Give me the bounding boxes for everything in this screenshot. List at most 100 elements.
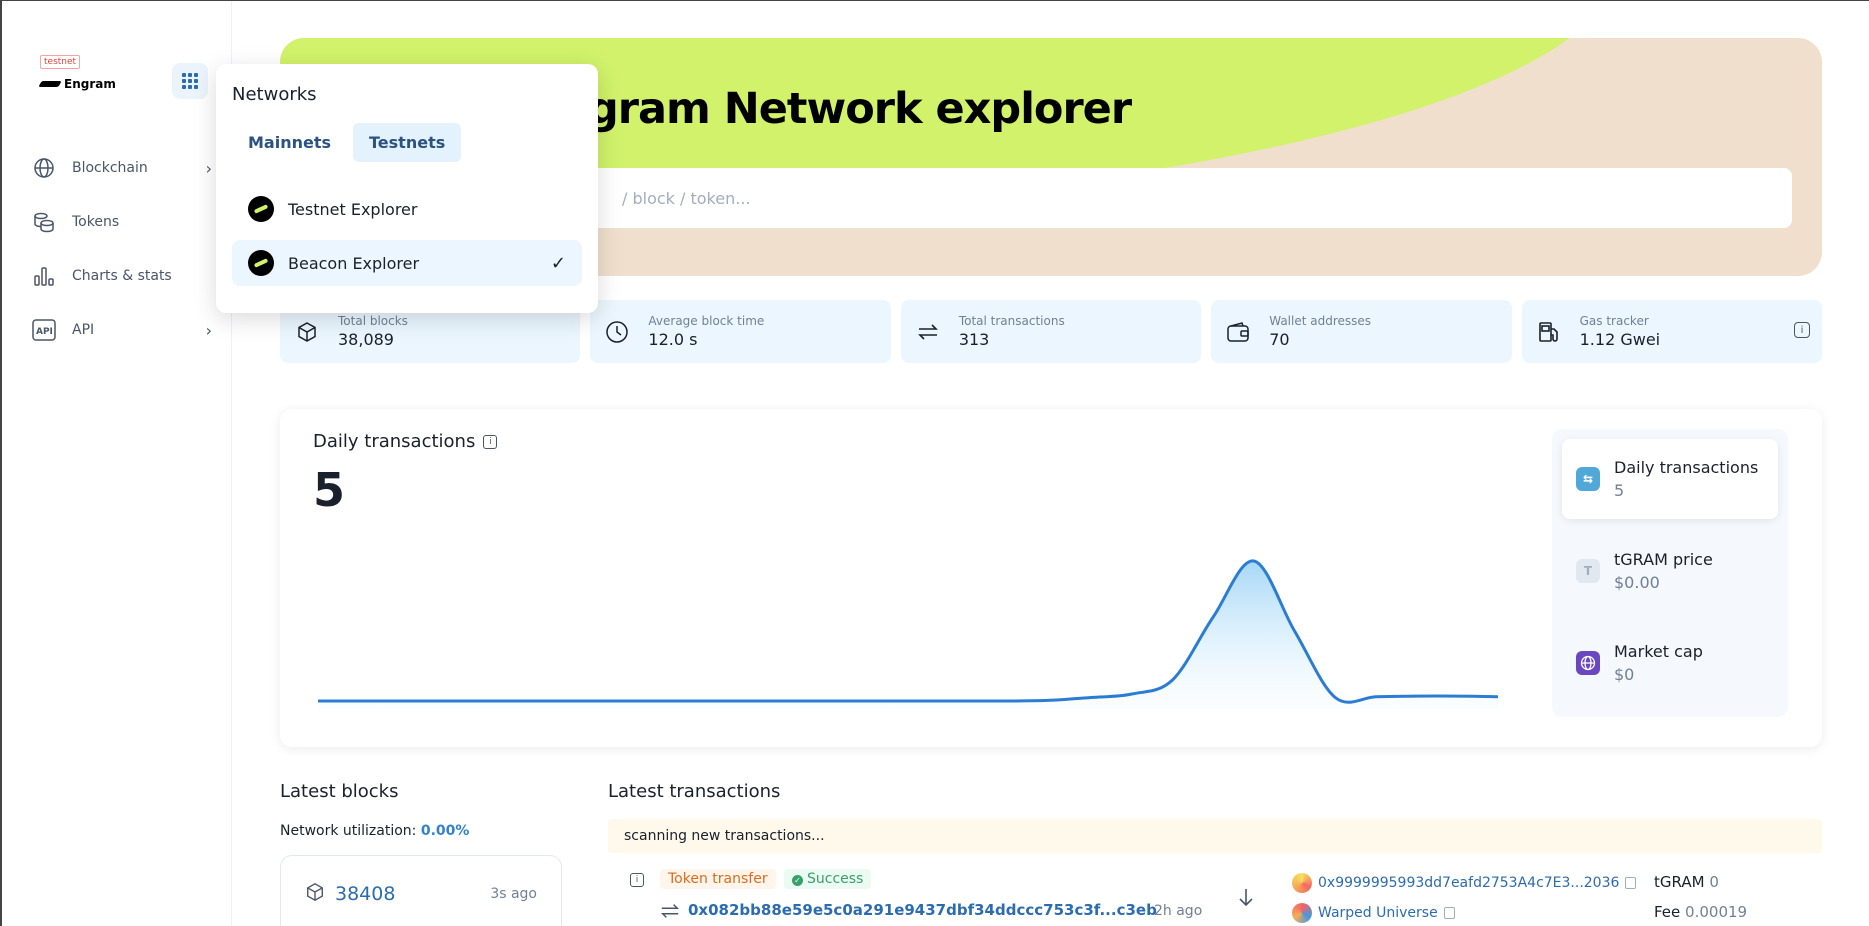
sidebar-item-api[interactable]: API API ›: [32, 303, 212, 357]
sidebar-item-label: API: [72, 322, 95, 338]
util-value: 0.00%: [420, 823, 470, 839]
side-item-market-cap[interactable]: Market cap $0: [1562, 623, 1778, 703]
side-value: 5: [1614, 481, 1625, 500]
globe-icon: [1576, 651, 1600, 675]
status-text: Success: [807, 871, 864, 887]
stat-value: 1.12 Gwei: [1579, 330, 1661, 349]
stat-label: Total blocks: [338, 314, 408, 328]
networks-dropdown: Networks Mainnets Testnets Testnet Explo…: [216, 64, 598, 313]
tab-mainnets[interactable]: Mainnets: [232, 123, 347, 162]
network-item-testnet-explorer[interactable]: Testnet Explorer: [232, 186, 582, 232]
stat-value: 70: [1269, 330, 1290, 349]
network-item-beacon-explorer[interactable]: Beacon Explorer ✓: [232, 240, 582, 286]
tx-type-tag: Token transfer: [660, 869, 776, 889]
api-icon: API: [32, 318, 56, 342]
network-utilization: Network utilization: 0.00%: [280, 823, 469, 839]
clock-icon: [604, 319, 630, 345]
network-menu-button[interactable]: [172, 63, 208, 99]
tx-hash-link[interactable]: 0x082bb88e59e5c0a291e9437dbf34ddccc753c3…: [688, 901, 1157, 919]
info-icon[interactable]: i: [1794, 322, 1811, 338]
check-icon: ✓: [550, 252, 566, 274]
copy-icon[interactable]: [1443, 907, 1455, 919]
stat-value: 12.0 s: [648, 330, 698, 349]
arrows-icon: [660, 901, 680, 925]
token-t-icon: T: [1576, 559, 1600, 583]
from-address-link[interactable]: 0x9999995993dd7eafd2753A4c7E3...2036: [1318, 875, 1619, 891]
fee-label: Fee: [1654, 903, 1681, 921]
block-card: 38408 3s ago: [280, 855, 562, 926]
block-number-link[interactable]: 38408: [335, 883, 490, 905]
search-placeholder: / block / token...: [622, 188, 751, 208]
side-value: $0.00: [1614, 573, 1660, 592]
daily-transactions-card: Daily transactions i 5 ⇆ Daily transacti…: [280, 409, 1822, 747]
stat-value: 38,089: [338, 330, 394, 349]
stat-total-transactions: Total transactions 313: [900, 300, 1202, 363]
sidebar-item-charts[interactable]: Charts & stats: [32, 249, 212, 303]
status-badge: ✓ Success: [784, 869, 872, 889]
scanning-banner: scanning new transactions...: [608, 819, 1822, 853]
grid-icon: [182, 73, 198, 89]
stat-label: Wallet addresses: [1269, 314, 1372, 328]
chevron-right-icon: ›: [205, 158, 212, 178]
network-logo-icon: [248, 250, 274, 276]
daily-transactions-chart[interactable]: [318, 529, 1498, 709]
tx-to: Warped Universe: [1292, 903, 1455, 923]
logo-mark-icon: [38, 81, 62, 87]
sidebar-item-tokens[interactable]: Tokens: [32, 195, 212, 249]
dropdown-title: Networks: [232, 84, 317, 105]
tx-fee: Fee 0.00019: [1654, 903, 1747, 921]
network-item-label: Beacon Explorer: [288, 253, 420, 273]
bar-chart-icon: [32, 264, 56, 288]
stat-label: Average block time: [648, 314, 765, 328]
util-label: Network utilization:: [280, 823, 417, 839]
latest-blocks-title: Latest blocks: [280, 781, 399, 802]
logo-text: Engram: [64, 77, 116, 91]
cube-icon: [305, 882, 325, 906]
check-circle-icon: ✓: [792, 875, 803, 886]
copy-icon[interactable]: [1625, 877, 1637, 889]
side-label: tGRAM price: [1614, 550, 1713, 569]
sidebar-item-blockchain[interactable]: Blockchain ›: [32, 141, 212, 195]
gas-pump-icon: [1536, 319, 1562, 345]
value-label: tGRAM: [1654, 873, 1705, 891]
network-tabs: Mainnets Testnets: [232, 123, 582, 162]
info-icon[interactable]: i: [483, 434, 498, 449]
network-item-label: Testnet Explorer: [288, 199, 418, 219]
tab-testnets[interactable]: Testnets: [353, 123, 462, 162]
table-row: i Token transfer ✓ Success 0x082bb88e59e5…: [608, 861, 1822, 926]
engram-logo[interactable]: Engram: [38, 77, 116, 91]
fee-amount: 0.00019: [1685, 903, 1748, 921]
arrow-down-icon: [1238, 887, 1254, 911]
side-item-tgram-price[interactable]: T tGRAM price $0.00: [1562, 531, 1778, 611]
to-address-link[interactable]: Warped Universe: [1318, 905, 1438, 921]
block-age: 3s ago: [490, 886, 537, 902]
latest-transactions-title: Latest transactions: [608, 781, 781, 802]
chart-title: Daily transactions i: [313, 431, 498, 452]
cube-icon: [294, 319, 320, 345]
arrows-icon: [915, 319, 941, 345]
chevron-right-icon: ›: [205, 320, 212, 340]
tx-from: 0x9999995993dd7eafd2753A4c7E3...2036: [1292, 873, 1637, 893]
tx-value: tGRAM 0: [1654, 873, 1719, 891]
sidebar-nav: Blockchain › Tokens Charts & stats API A…: [32, 141, 212, 357]
stat-average-block-time: Average block time 12.0 s: [590, 300, 891, 363]
sidebar-item-label: Tokens: [72, 214, 120, 230]
svg-text:API: API: [36, 327, 53, 337]
tx-age: 2h ago: [1154, 903, 1203, 919]
side-item-daily-transactions[interactable]: ⇆ Daily transactions 5: [1562, 439, 1778, 519]
info-icon[interactable]: i: [630, 873, 644, 887]
avatar: [1292, 873, 1312, 893]
sidebar: testnet Engram Blockchain › Tokens Chart…: [2, 1, 232, 926]
arrows-icon: ⇆: [1576, 467, 1600, 491]
sidebar-item-label: Charts & stats: [72, 268, 172, 284]
testnet-badge: testnet: [40, 55, 81, 69]
network-logo-icon: [248, 196, 274, 222]
side-label: Market cap: [1614, 642, 1703, 661]
chart-side-panel: ⇆ Daily transactions 5 T tGRAM price $0.00…: [1552, 429, 1788, 717]
logo-area[interactable]: testnet Engram: [38, 49, 116, 91]
stat-value: 313: [958, 330, 990, 349]
sidebar-item-label: Blockchain: [72, 160, 148, 176]
chart-area: [318, 560, 1498, 709]
stat-label: Total transactions: [958, 314, 1065, 328]
page-title: Engram Network explorer: [530, 84, 1132, 134]
